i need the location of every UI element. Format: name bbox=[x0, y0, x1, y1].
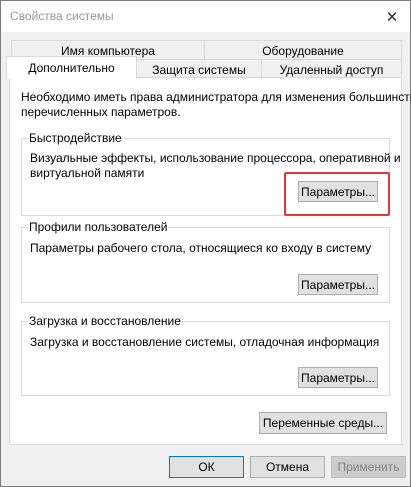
apply-button[interactable]: Применить bbox=[331, 456, 406, 478]
performance-settings-button[interactable]: Параметры... bbox=[298, 181, 378, 202]
tab-advanced[interactable]: Дополнительно bbox=[6, 56, 137, 79]
startup-recovery-desc: Загрузка и восстановление системы, отлад… bbox=[30, 335, 380, 349]
user-profiles-group-title: Профили пользователей bbox=[28, 220, 169, 235]
user-profiles-desc: Параметры рабочего стола, относящиеся ко… bbox=[30, 241, 372, 255]
user-profiles-settings-button[interactable]: Параметры... bbox=[298, 274, 378, 295]
performance-desc-line-2: виртуальной памяти bbox=[30, 166, 145, 180]
performance-group-title: Быстродействие bbox=[28, 131, 123, 146]
close-button[interactable]: ✕ bbox=[374, 1, 410, 32]
startup-recovery-group: Загрузка и восстановление Загрузка и вос… bbox=[21, 314, 390, 396]
environment-variables-button[interactable]: Переменные среды... bbox=[259, 412, 387, 434]
tab-hardware[interactable]: Оборудование bbox=[204, 40, 402, 60]
admin-note-line-2: перечисленных параметров. bbox=[21, 105, 181, 119]
admin-note-line-1: Необходимо иметь права администратора дл… bbox=[21, 90, 411, 104]
ok-button[interactable]: ОК bbox=[169, 456, 244, 478]
title-bar: Свойства системы ✕ bbox=[1, 1, 410, 32]
user-profiles-group: Профили пользователей Параметры рабочего… bbox=[21, 220, 390, 303]
close-icon: ✕ bbox=[385, 8, 399, 26]
performance-group: Быстродействие Визуальные эффекты, испол… bbox=[21, 131, 401, 216]
advanced-tab-panel: Необходимо иметь права администратора дл… bbox=[9, 77, 411, 445]
tab-system-protection[interactable]: Защита системы bbox=[136, 59, 262, 79]
system-properties-window: Свойства системы ✕ Имя компьютера Оборуд… bbox=[0, 0, 411, 487]
startup-recovery-settings-button[interactable]: Параметры... bbox=[298, 367, 378, 388]
cancel-button[interactable]: Отмена bbox=[250, 456, 325, 478]
window-title: Свойства системы bbox=[10, 9, 114, 23]
performance-desc-line-1: Визуальные эффекты, использование процес… bbox=[30, 151, 401, 165]
tab-remote-access[interactable]: Удаленный доступ bbox=[261, 59, 402, 79]
startup-recovery-group-title: Загрузка и восстановление bbox=[28, 314, 182, 329]
